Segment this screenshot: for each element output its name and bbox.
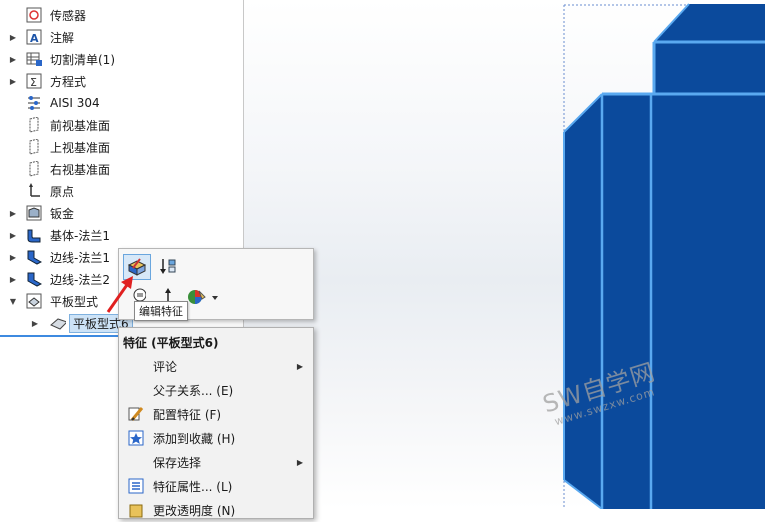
part-lower-body [564,94,765,509]
sheet-metal-part[interactable] [244,0,765,509]
menu-item-label: 特征属性... (L) [153,479,233,494]
feature-properties-icon [127,477,145,495]
tree-item-annotations[interactable]: ▶ A 注解 [0,26,243,48]
menu-item-label: 保存选择 [153,455,202,470]
menu-item-label: 评论 [153,359,178,374]
flat-pattern-icon [26,293,42,309]
favorite-icon [127,429,145,447]
menu-item-feature-properties[interactable]: 特征属性... (L) [119,474,313,498]
menu-item-label: 配置特征 (F) [153,407,222,422]
tree-item-material[interactable]: AISI 304 [0,92,243,114]
menu-item-label: 更改透明度 (N) [153,503,236,518]
base-flange-icon [26,227,42,243]
tree-item-label: 钣金 [50,206,75,221]
menu-item-change-transparency[interactable]: 更改透明度 (N) [119,498,313,522]
context-menu: 特征 (平板型式6) 评论 ▶ 父子关系... (E) 配置特征 (F) 添加到… [118,327,314,519]
tree-item-sensors[interactable]: 传感器 [0,4,243,26]
edge-flange-icon [26,249,42,265]
submenu-arrow-icon: ▶ [296,361,303,371]
equation-icon: Σ [26,73,42,89]
svg-text:Σ: Σ [30,76,37,89]
expand-arrow-icon[interactable]: ▶ [8,54,18,64]
configure-feature-icon [127,405,145,423]
tree-item-front-plane[interactable]: 前视基准面 [0,114,243,136]
tree-item-equations[interactable]: ▶ Σ 方程式 [0,70,243,92]
expand-arrow-icon[interactable]: ▶ [8,32,18,42]
tree-item-base-flange[interactable]: ▶ 基体-法兰1 [0,224,243,246]
tree-item-label: 方程式 [50,74,87,89]
tree-item-label: 切割清单(1) [50,52,115,67]
plane-icon [26,139,42,155]
material-icon [26,95,42,111]
menu-item-comment[interactable]: 评论 ▶ [119,354,313,378]
graphics-area[interactable]: SW自学网 www.swzxw.com [244,0,765,509]
tree-item-right-plane[interactable]: 右视基准面 [0,158,243,180]
submenu-arrow-icon: ▶ [296,457,303,467]
rollback-icon [160,259,176,274]
menu-item-save-selection[interactable]: 保存选择 ▶ [119,450,313,474]
tree-item-sheet-metal[interactable]: ▶ 钣金 [0,202,243,224]
tree-item-label: AISI 304 [50,96,100,110]
tree-item-origin[interactable]: 原点 [0,180,243,202]
tree-item-label: 边线-法兰1 [50,250,110,265]
tree-item-label: 平板型式 [50,294,99,309]
tree-item-cut-list[interactable]: ▶ 切割清单(1) [0,48,243,70]
plane-icon [26,161,42,177]
annotation-icon: A [26,29,42,45]
expand-arrow-icon[interactable]: ▶ [8,76,18,86]
tree-item-label: 传感器 [50,8,87,23]
menu-item-parent-child[interactable]: 父子关系... (E) [119,378,313,402]
sheet-metal-icon [26,205,42,221]
expand-arrow-icon[interactable]: ▶ [8,274,18,284]
appearance-icon [188,290,218,304]
tree-item-label: 上视基准面 [50,140,111,155]
tree-item-label: 右视基准面 [50,162,111,177]
expand-arrow-icon[interactable]: ▶ [8,252,18,262]
svg-text:A: A [30,32,39,45]
tree-item-label: 原点 [50,184,75,199]
expand-arrow-icon[interactable]: ▶ [8,230,18,240]
collapse-arrow-icon[interactable]: ▼ [8,296,18,306]
menu-item-configure-feature[interactable]: 配置特征 (F) [119,402,313,426]
tree-item-label: 基体-法兰1 [50,228,110,243]
expand-arrow-icon[interactable]: ▶ [30,318,40,328]
rollback-button[interactable] [155,254,181,278]
appearance-button[interactable] [183,285,223,309]
tree-item-label: 前视基准面 [50,118,111,133]
transparency-icon [127,501,145,519]
origin-icon [26,183,42,199]
edit-feature-tooltip: 编辑特征 [134,301,188,321]
menu-item-label: 添加到收藏 (H) [153,431,236,446]
edge-flange-icon [26,271,42,287]
menu-item-label: 父子关系... (E) [153,383,234,398]
tree-item-top-plane[interactable]: 上视基准面 [0,136,243,158]
menu-item-add-favorite[interactable]: 添加到收藏 (H) [119,426,313,450]
cut-list-icon [26,51,42,67]
tree-item-label: 注解 [50,30,75,45]
menu-header: 特征 (平板型式6) [123,336,219,350]
flat-pattern-feature-icon [50,315,66,331]
expand-arrow-icon[interactable]: ▶ [8,208,18,218]
plane-icon [26,117,42,133]
sensor-icon [26,7,42,23]
